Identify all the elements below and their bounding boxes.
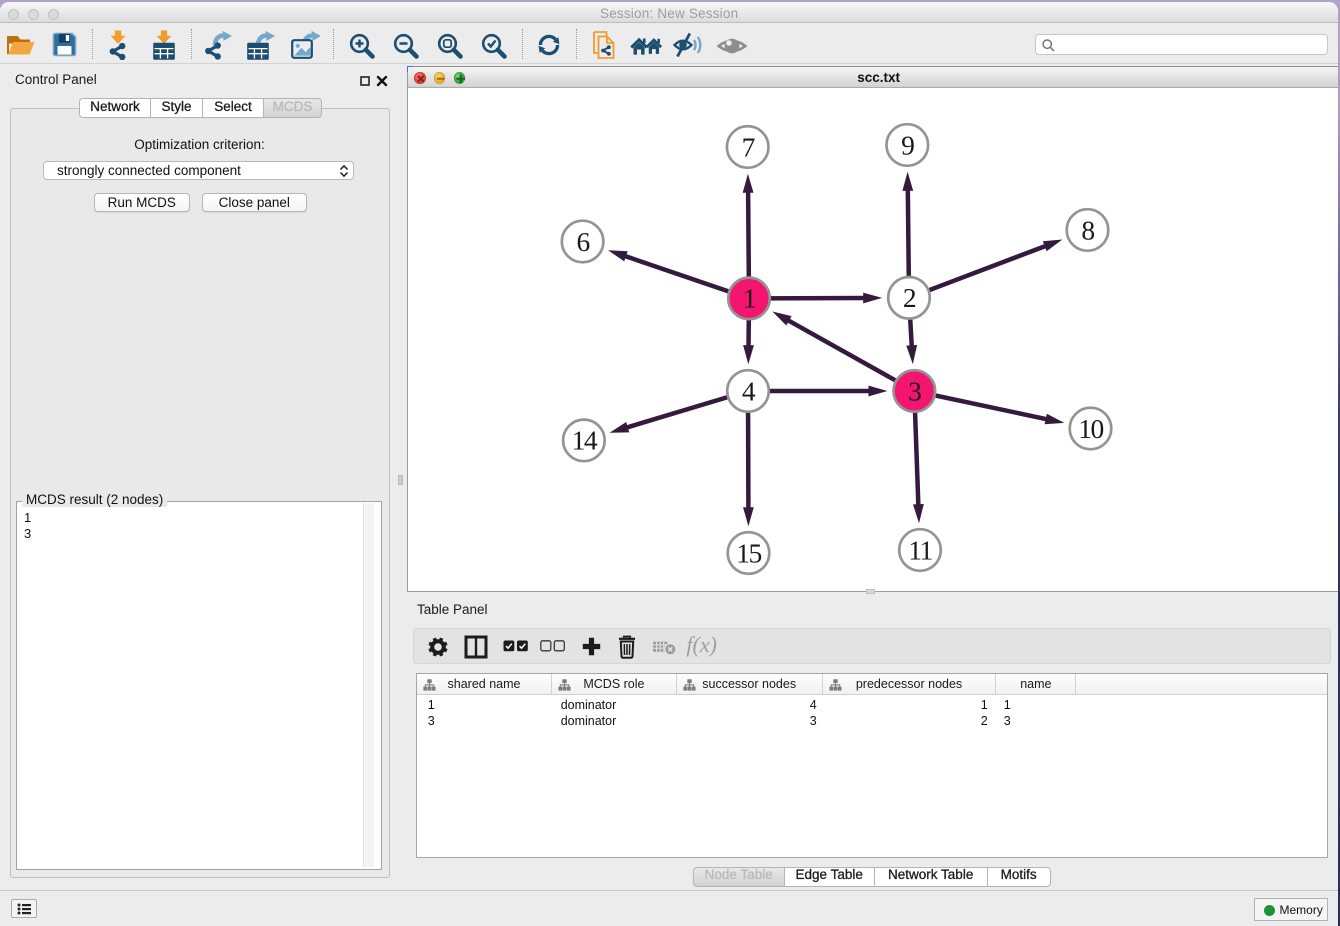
svg-text:8: 8 <box>1081 214 1094 245</box>
svg-text:6: 6 <box>576 226 589 257</box>
svg-text:14: 14 <box>572 425 598 456</box>
svg-text:11: 11 <box>908 534 932 565</box>
svg-text:15: 15 <box>736 537 761 568</box>
svg-text:10: 10 <box>1078 413 1103 444</box>
svg-text:4: 4 <box>742 375 756 406</box>
svg-text:3: 3 <box>908 375 921 406</box>
svg-text:9: 9 <box>901 129 914 160</box>
svg-text:2: 2 <box>903 282 916 313</box>
svg-text:7: 7 <box>742 131 755 162</box>
svg-text:1: 1 <box>743 283 756 314</box>
